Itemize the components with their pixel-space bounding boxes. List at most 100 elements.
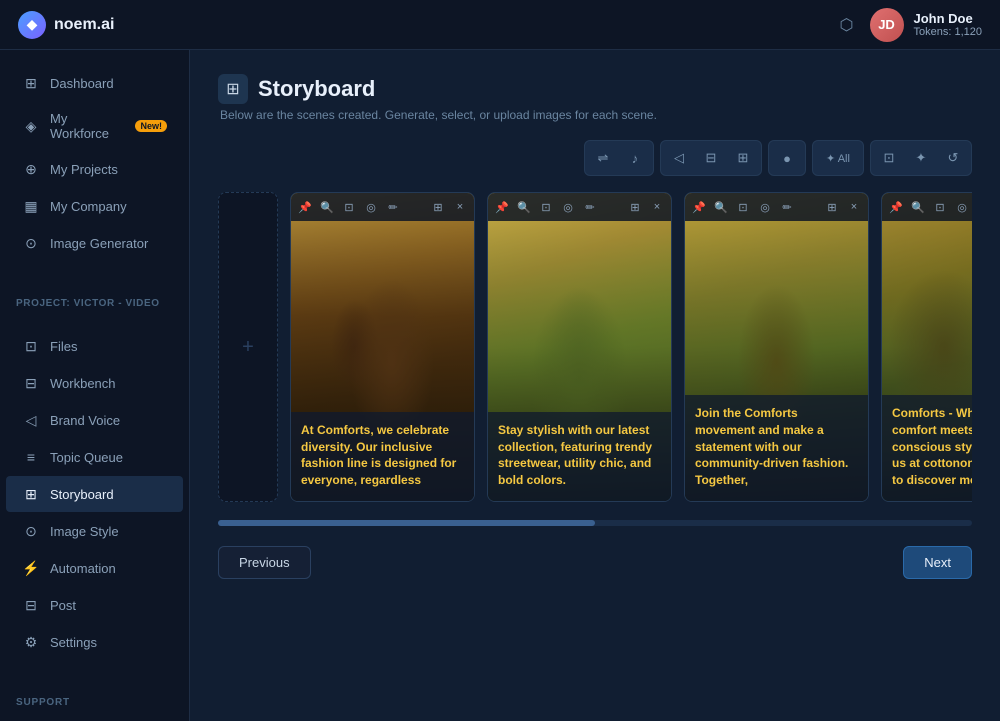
- sidebar-item-my-workforce[interactable]: ◈ My Workforce New!: [6, 102, 183, 150]
- page-title-row: ⊞ Storyboard: [218, 74, 972, 104]
- external-link-icon[interactable]: ⬡: [840, 15, 854, 35]
- sidebar-label-image-style: Image Style: [50, 524, 119, 539]
- scene-4-layers-btn[interactable]: ◎: [952, 197, 972, 217]
- storyboard-toolbar: ⇌ ♪ ◁ ⊟ ⊞ ● ✦ All ⊡ ✦ ↺: [218, 140, 972, 176]
- sidebar-item-brand-voice[interactable]: ◁ Brand Voice: [6, 402, 183, 438]
- sidebar-item-post[interactable]: ⊟ Post: [6, 587, 183, 623]
- toolbar-btn-music[interactable]: ♪: [620, 144, 650, 172]
- scene-4-folder-btn[interactable]: ⊡: [930, 197, 950, 217]
- sidebar-label-dashboard: Dashboard: [50, 76, 114, 91]
- scene-2-pin-btn[interactable]: 📌: [492, 197, 512, 217]
- main-inner: ⊞ Storyboard Below are the scenes create…: [190, 50, 1000, 721]
- toolbar-btn-all[interactable]: ✦ All: [816, 144, 860, 172]
- project-title: PROJECT: VICTOR - VIDEO: [0, 286, 189, 313]
- sidebar-label-settings: Settings: [50, 635, 97, 650]
- scene-2-add-btn[interactable]: ⊞: [625, 197, 645, 217]
- sidebar-item-topic-queue[interactable]: ≡ Topic Queue: [6, 439, 183, 475]
- sidebar-label-storyboard: Storyboard: [50, 487, 114, 502]
- scene-2-folder-btn[interactable]: ⊡: [536, 197, 556, 217]
- scene-1-folder-btn[interactable]: ⊡: [339, 197, 359, 217]
- scene-4-caption: Comforts - Where comfort meets conscious…: [882, 395, 972, 501]
- topbar-logo: ◆: [18, 11, 46, 39]
- toolbar-btn-refresh[interactable]: ↺: [938, 144, 968, 172]
- topbar-user[interactable]: JD John Doe Tokens: 1,120: [870, 8, 983, 42]
- scene-2-zoom-btn[interactable]: 🔍: [514, 197, 534, 217]
- toolbar-group-1: ⇌ ♪: [584, 140, 654, 176]
- toolbar-btn-save[interactable]: ⊡: [874, 144, 904, 172]
- scene-3-layers-btn[interactable]: ◎: [755, 197, 775, 217]
- toolbar-group-4: ✦ All: [812, 140, 864, 176]
- scene-card-1: 📌 🔍 ⊡ ◎ ✏ ⊞ × At Comforts, we celebrate …: [290, 192, 475, 502]
- token-count: Tokens: 1,120: [914, 26, 983, 38]
- scene-3-pin-btn[interactable]: 📌: [689, 197, 709, 217]
- support-nav: ⊠ Purchase ⊡ Suggestions: [0, 712, 189, 721]
- toolbar-btn-star[interactable]: ✦: [906, 144, 936, 172]
- workforce-icon: ◈: [22, 117, 40, 135]
- scene-1-pin-btn[interactable]: 📌: [295, 197, 315, 217]
- scene-1-zoom-btn[interactable]: 🔍: [317, 197, 337, 217]
- scene-1-layers-btn[interactable]: ◎: [361, 197, 381, 217]
- project-nav: ⊡ Files ⊟ Workbench ◁ Brand Voice ≡ Topi…: [0, 313, 189, 669]
- scene-1-add-btn[interactable]: ⊞: [428, 197, 448, 217]
- scene-3-add-btn[interactable]: ⊞: [822, 197, 842, 217]
- storyboard-icon: ⊞: [22, 485, 40, 503]
- page-title-icon: ⊞: [218, 74, 248, 104]
- sidebar-item-workbench[interactable]: ⊟ Workbench: [6, 365, 183, 401]
- scene-2-layers-btn[interactable]: ◎: [558, 197, 578, 217]
- sidebar-label-automation: Automation: [50, 561, 116, 576]
- sidebar-label-topic-queue: Topic Queue: [50, 450, 123, 465]
- user-info: John Doe Tokens: 1,120: [914, 11, 983, 38]
- sidebar-label-workbench: Workbench: [50, 376, 116, 391]
- scene-3-folder-btn[interactable]: ⊡: [733, 197, 753, 217]
- sidebar-label-post: Post: [50, 598, 76, 613]
- scene-4-toolbar: 📌 🔍 ⊡ ◎ ✏: [882, 193, 972, 221]
- sidebar-item-image-style[interactable]: ⊙ Image Style: [6, 513, 183, 549]
- scroll-thumb[interactable]: [218, 520, 595, 526]
- toolbar-btn-link[interactable]: ⇌: [588, 144, 618, 172]
- scene-3-caption: Join the Comforts movement and make a st…: [685, 395, 868, 501]
- toolbar-group-2: ◁ ⊟ ⊞: [660, 140, 762, 176]
- toolbar-btn-voice[interactable]: ◁: [664, 144, 694, 172]
- logo-icon: ◆: [27, 16, 38, 33]
- scene-1-edit-btn[interactable]: ✏: [383, 197, 403, 217]
- sidebar-label-image-generator: Image Generator: [50, 236, 148, 251]
- toolbar-btn-subtitle[interactable]: ⊟: [696, 144, 726, 172]
- sidebar-item-settings[interactable]: ⚙ Settings: [6, 624, 183, 660]
- scene-4-zoom-btn[interactable]: 🔍: [908, 197, 928, 217]
- scene-3-close-btn[interactable]: ×: [844, 197, 864, 217]
- scene-1-close-btn[interactable]: ×: [450, 197, 470, 217]
- dashboard-icon: ⊞: [22, 74, 40, 92]
- sidebar-item-files[interactable]: ⊡ Files: [6, 328, 183, 364]
- main-content: ⊞ Storyboard Below are the scenes create…: [190, 0, 1000, 721]
- sidebar-item-my-company[interactable]: ▦ My Company: [6, 188, 183, 224]
- sidebar-item-my-projects[interactable]: ⊕ My Projects: [6, 151, 183, 187]
- sidebar-item-automation[interactable]: ⚡ Automation: [6, 550, 183, 586]
- scene-3-edit-btn[interactable]: ✏: [777, 197, 797, 217]
- new-badge: New!: [135, 120, 167, 132]
- scene-3-toolbar: 📌 🔍 ⊡ ◎ ✏ ⊞ ×: [685, 193, 868, 221]
- scenes-scroll-container: + 📌 🔍 ⊡ ◎ ✏ ⊞ × At Comforts, w: [218, 192, 972, 508]
- brand-voice-icon: ◁: [22, 411, 40, 429]
- sidebar-item-image-generator[interactable]: ⊙ Image Generator: [6, 225, 183, 261]
- page-title: Storyboard: [258, 76, 375, 102]
- scene-card-2: 📌 🔍 ⊡ ◎ ✏ ⊞ × Stay stylish with our late…: [487, 192, 672, 502]
- scene-2-edit-btn[interactable]: ✏: [580, 197, 600, 217]
- toolbar-btn-copy[interactable]: ⊞: [728, 144, 758, 172]
- scene-card-4: 📌 🔍 ⊡ ◎ ✏ Comforts - Where comfort meets…: [881, 192, 972, 502]
- scene-3-zoom-btn[interactable]: 🔍: [711, 197, 731, 217]
- previous-button[interactable]: Previous: [218, 546, 311, 579]
- sidebar-label-my-workforce: My Workforce: [50, 111, 123, 141]
- scene-card-empty: +: [218, 192, 278, 502]
- sidebar-item-dashboard[interactable]: ⊞ Dashboard: [6, 65, 183, 101]
- scroll-track[interactable]: [218, 520, 972, 526]
- scene-4-pin-btn[interactable]: 📌: [886, 197, 906, 217]
- support-section-title: SUPPORT: [0, 685, 189, 712]
- scene-2-close-btn[interactable]: ×: [647, 197, 667, 217]
- topbar-brand: ◆ noem.ai: [18, 11, 840, 39]
- sidebar-item-storyboard[interactable]: ⊞ Storyboard: [6, 476, 183, 512]
- sidebar: ⊞ Dashboard ◈ My Workforce New! ⊕ My Pro…: [0, 0, 190, 721]
- toolbar-btn-dot[interactable]: ●: [772, 144, 802, 172]
- toolbar-group-5: ⊡ ✦ ↺: [870, 140, 972, 176]
- user-name: John Doe: [914, 11, 983, 26]
- next-button[interactable]: Next: [903, 546, 972, 579]
